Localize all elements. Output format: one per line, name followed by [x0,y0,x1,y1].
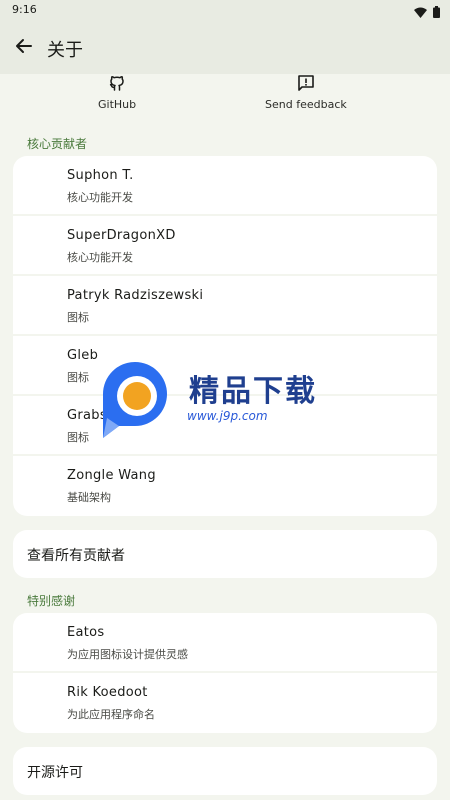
links-row: GitHub Send feedback [0,72,450,120]
contributor-role: 图标 [67,371,89,384]
contributor-name: Patryk Radziszewski [67,288,204,303]
list-item[interactable]: SuperDragonXD 核心功能开发 [13,216,437,276]
special-thanks-card: Eatos 为应用图标设计提供灵感 Rik Koedoot 为此应用程序命名 [13,613,437,733]
status-time: 9:16 [12,3,37,16]
thanks-reason: 为此应用程序命名 [67,708,155,721]
github-icon [106,72,128,94]
thanks-name: Eatos [67,625,105,640]
view-all-contributors-label: 查看所有贡献者 [27,548,125,564]
list-item[interactable]: Zongle Wang 基础架构 [13,456,437,516]
special-thanks-heading: 特别感谢 [27,594,76,608]
send-feedback-label: Send feedback [265,98,347,111]
send-feedback-link[interactable]: Send feedback [265,72,347,111]
contributor-name: Grabster [67,408,127,423]
contributor-name: Suphon T. [67,168,134,183]
app-bar: 关于 [0,22,450,74]
view-all-contributors-button[interactable]: 查看所有贡献者 [13,530,437,578]
arrow-back-icon [15,37,33,59]
contributor-role: 核心功能开发 [67,191,133,204]
github-label: GitHub [98,98,137,111]
open-source-licenses-button[interactable]: 开源许可 [13,747,437,795]
wifi-icon [414,3,427,22]
github-link[interactable]: GitHub [98,72,136,111]
list-item[interactable]: Suphon T. 核心功能开发 [13,156,437,216]
contributor-name: Gleb [67,348,99,363]
thanks-reason: 为应用图标设计提供灵感 [67,648,188,661]
contributor-role: 核心功能开发 [67,251,133,264]
contributor-role: 图标 [67,431,89,444]
open-source-licenses-label: 开源许可 [27,765,83,781]
list-item[interactable]: Eatos 为应用图标设计提供灵感 [13,613,437,673]
battery-icon [433,3,440,22]
feedback-icon [295,72,317,94]
core-contributors-card: Suphon T. 核心功能开发 SuperDragonXD 核心功能开发 Pa… [13,156,437,516]
back-button[interactable] [10,34,38,62]
contributor-role: 图标 [67,311,89,324]
status-bar: 9:16 [0,0,450,22]
list-item[interactable]: Rik Koedoot 为此应用程序命名 [13,673,437,733]
contributor-name: SuperDragonXD [67,228,176,243]
page-title: 关于 [47,40,83,61]
list-item[interactable]: Patryk Radziszewski 图标 [13,276,437,336]
thanks-name: Rik Koedoot [67,685,148,700]
core-contributors-heading: 核心贡献者 [27,137,88,151]
contributor-name: Zongle Wang [67,468,156,483]
list-item[interactable]: Gleb 图标 [13,336,437,396]
contributor-role: 基础架构 [67,491,111,504]
status-icons [414,3,440,22]
list-item[interactable]: Grabster 图标 [13,396,437,456]
